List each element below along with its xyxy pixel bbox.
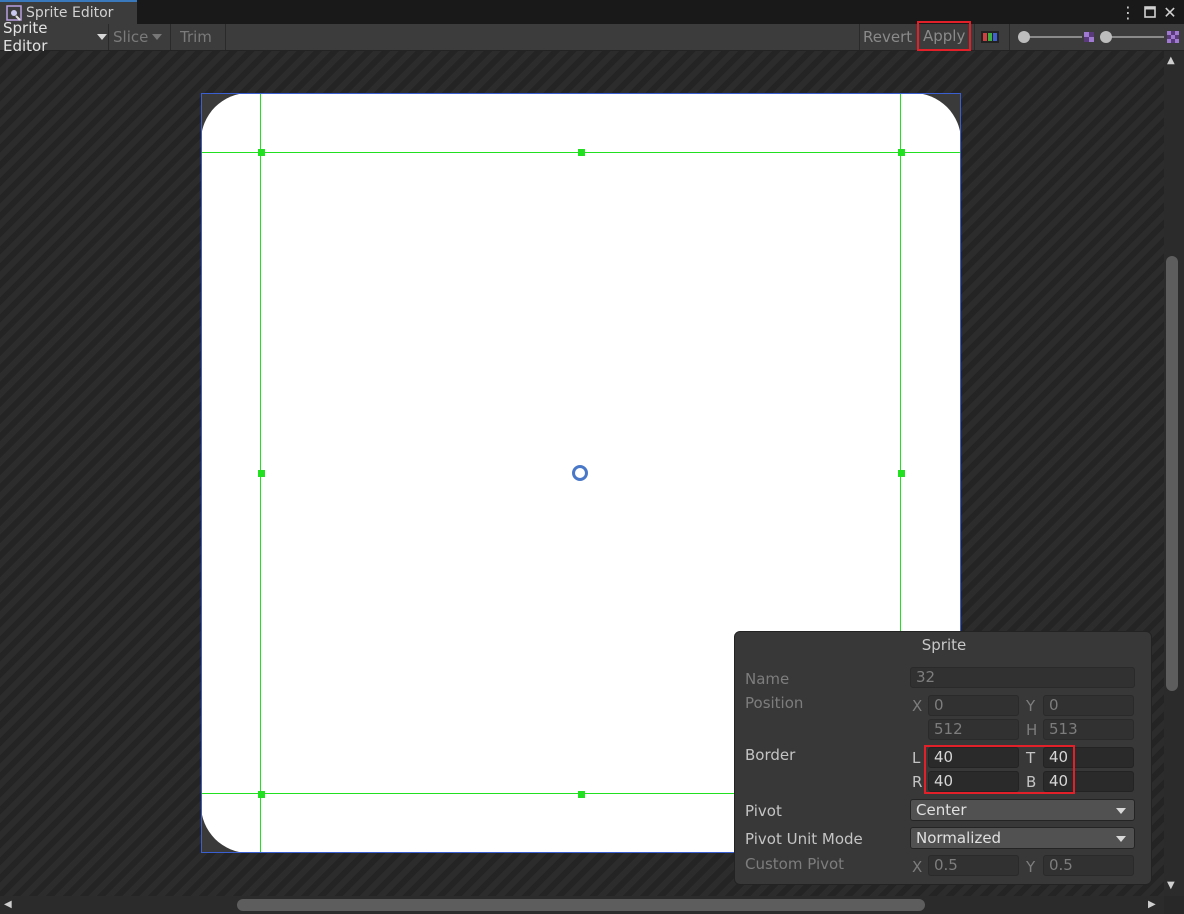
border-fields-highlight <box>924 745 1075 794</box>
slice-label: Slice <box>113 28 149 46</box>
custom-pivot-x-label: X <box>912 858 923 876</box>
kebab-menu-icon[interactable]: ⋮ <box>1118 2 1138 22</box>
chevron-down-icon <box>152 34 163 40</box>
trim-button[interactable]: Trim <box>180 24 224 50</box>
position-x-field[interactable]: 0 <box>928 695 1019 716</box>
divider <box>225 24 226 50</box>
close-icon[interactable]: ✕ <box>1160 2 1180 22</box>
custom-pivot-x-field[interactable]: 0.5 <box>928 855 1019 876</box>
pivot-label: Pivot <box>745 802 782 820</box>
revert-label: Revert <box>863 28 913 46</box>
divider <box>1009 24 1010 50</box>
maximize-icon[interactable] <box>1140 2 1160 22</box>
border-handle[interactable] <box>258 149 265 156</box>
chevron-down-icon <box>1116 808 1126 814</box>
divider <box>108 24 109 50</box>
divider <box>974 24 975 50</box>
apply-label: Apply <box>923 27 966 45</box>
pivot-unit-mode-value: Normalized <box>916 829 1002 847</box>
position-h-label: H <box>1026 721 1038 739</box>
sprite-editor-mode-dropdown[interactable]: Sprite Editor <box>3 19 107 55</box>
mip-level-slider[interactable] <box>1098 24 1182 50</box>
border-label: Border <box>745 746 796 764</box>
window-tab-strip: Sprite Editor ⋮ ✕ <box>0 0 1184 24</box>
border-handle[interactable] <box>258 791 265 798</box>
border-handle[interactable] <box>578 791 585 798</box>
vertical-scroll-thumb[interactable] <box>1166 256 1178 691</box>
rgb-channel-icon[interactable] <box>981 24 1001 50</box>
scroll-up-icon[interactable]: ▲ <box>1167 55 1175 66</box>
horizontal-scroll-thumb[interactable] <box>237 899 925 911</box>
border-r-label: R <box>912 773 923 791</box>
pivot-unit-mode-dropdown[interactable]: Normalized <box>910 827 1135 849</box>
scroll-down-icon[interactable]: ▼ <box>1167 880 1175 891</box>
border-handle[interactable] <box>258 470 265 477</box>
mode-label: Sprite Editor <box>3 19 48 55</box>
apply-button[interactable]: Apply <box>917 21 971 51</box>
pivot-handle[interactable] <box>572 465 588 481</box>
custom-pivot-label: Custom Pivot <box>745 855 845 873</box>
border-l-label: L <box>912 749 921 767</box>
trim-label: Trim <box>180 28 212 46</box>
chevron-down-icon <box>97 34 107 40</box>
position-y-label: Y <box>1026 697 1036 715</box>
divider <box>170 24 171 50</box>
name-label: Name <box>745 670 790 688</box>
pivot-unit-mode-label: Pivot Unit Mode <box>745 830 863 848</box>
pivot-value: Center <box>916 801 967 819</box>
position-y-field[interactable]: 0 <box>1043 695 1134 716</box>
divider <box>859 24 860 50</box>
slice-dropdown[interactable]: Slice <box>113 24 168 50</box>
revert-button[interactable]: Revert <box>863 24 913 50</box>
position-x-label: X <box>912 697 923 715</box>
toolbar: Sprite Editor Slice Trim Revert Apply <box>0 19 1184 55</box>
border-handle[interactable] <box>578 149 585 156</box>
name-field[interactable]: 32 <box>910 667 1135 688</box>
position-h-field[interactable]: 513 <box>1043 719 1134 740</box>
scroll-right-icon[interactable]: ▶ <box>1148 899 1156 910</box>
custom-pivot-y-label: Y <box>1026 858 1036 876</box>
pivot-dropdown[interactable]: Center <box>910 799 1135 821</box>
border-handle[interactable] <box>898 149 905 156</box>
panel-title: Sprite <box>921 636 967 654</box>
scroll-left-icon[interactable]: ◀ <box>4 899 12 910</box>
position-w-field[interactable]: 512 <box>928 719 1019 740</box>
position-label: Position <box>745 694 804 712</box>
zoom-slider[interactable] <box>1016 24 1096 50</box>
border-handle[interactable] <box>898 470 905 477</box>
sprite-properties-panel: Sprite Name 32 Position X 0 Y 0 512 H 51… <box>734 631 1152 885</box>
chevron-down-icon <box>1116 836 1126 842</box>
custom-pivot-y-field[interactable]: 0.5 <box>1043 855 1134 876</box>
